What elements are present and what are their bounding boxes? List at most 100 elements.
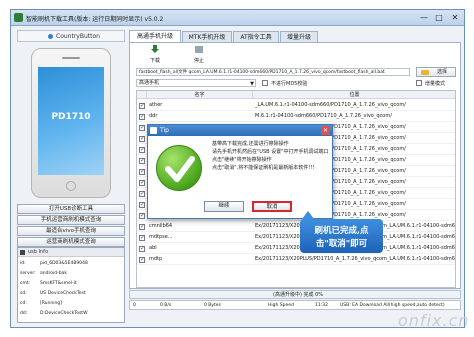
usb-info-panel: usb Info id: pid_6D03&5E4B9048 server: and… <box>17 247 125 323</box>
usb-info-row: id: pid_6D03&5E4B9048 <box>20 261 88 266</box>
row-checkbox[interactable] <box>139 223 145 230</box>
cancel-button[interactable]: 取消 <box>252 201 292 212</box>
usb-info-row: server: android-bak <box>20 271 67 276</box>
row-checkbox[interactable] <box>139 234 145 241</box>
carrier-flash-query-button[interactable]: 手机运营商刷机模式查询 <box>17 215 125 225</box>
row-checkbox[interactable] <box>139 168 145 175</box>
info-bar: 0 0 B/s 0 Bytes High Speed 11:32 USB: EA… <box>129 300 461 310</box>
dialog-message-line: 基带高下载完成,还需进行擦除操作 <box>212 141 289 147</box>
row-location: _LA.UM.6.1.r1-04100-sdm660/PD1710_A_1.7.… <box>255 102 406 108</box>
callout-pointer <box>302 211 314 219</box>
column-header-location[interactable]: 位置 <box>253 91 455 99</box>
success-check-icon <box>156 145 202 191</box>
row-checkbox[interactable] <box>139 212 145 219</box>
table-row[interactable]: cmnlib64Ex/20171123/X20PLUS/PD1710_A_1.7… <box>137 221 455 232</box>
row-location: Ex/20171123/X20PLUS/PD1710_A_1.7.26_vivo… <box>255 256 455 262</box>
table-row[interactable]: ablEx/20171123/X20PLUS/PD1710_A_1.7.26_v… <box>137 243 455 254</box>
row-checkbox[interactable] <box>139 201 145 208</box>
open-usb-diag-button[interactable]: 打开USB诊断工具 <box>17 204 125 214</box>
phone-screen: PD1710 <box>38 67 104 175</box>
stop-icon <box>195 46 203 53</box>
row-name: cmnlib64 <box>149 223 173 229</box>
mode-value: High Speed <box>268 303 294 308</box>
row-checkbox[interactable] <box>139 190 145 197</box>
close-button[interactable]: ✕ <box>448 12 462 23</box>
continue-button[interactable]: 继续 <box>204 201 244 212</box>
phone-speaker <box>62 57 80 59</box>
status-text: (高通升级中) 完成 0% <box>273 292 324 298</box>
table-row[interactable]: mdtpse...Ex/20171123/X20PLUS/PD1710_A_1.… <box>137 232 455 243</box>
table-row[interactable]: ddr M.6.1.r1-04100-sdm660/PD1710_A_1.7.26… <box>137 111 455 122</box>
carrier-mode-query-button[interactable]: 运营商刷机模式查询 <box>17 237 125 247</box>
row-name: abl <box>149 245 157 251</box>
row-checkbox[interactable] <box>139 102 145 109</box>
row-checkbox[interactable] <box>139 124 145 131</box>
row-checkbox[interactable] <box>139 135 145 142</box>
select-all-header[interactable] <box>137 91 147 99</box>
title-bar[interactable]: 智能刷机下载工具(版本: 运行日期同时显示) v5.0.2 — □ ✕ <box>11 10 464 26</box>
dialog-title: Tip <box>160 127 169 134</box>
row-checkbox[interactable] <box>139 256 145 263</box>
download-label: 下载 <box>149 58 160 64</box>
usb-mode-value: USB: EA Download All(high speed,auto det… <box>340 303 445 308</box>
platform-select[interactable]: 高通手机 ▼ <box>136 79 256 87</box>
maximize-button[interactable]: □ <box>432 12 446 23</box>
row-checkbox[interactable] <box>139 113 145 120</box>
country-button[interactable]: CountryButton <box>17 30 125 42</box>
row-checkbox[interactable] <box>139 157 145 164</box>
left-pane: CountryButton PD1710 打开USB诊断工具 手机运营商刷机模式… <box>17 30 125 323</box>
phone-model-label: PD1710 <box>51 112 91 122</box>
tip-dialog: Tip ✕ 基带高下载完成,还需进行擦除操作 请先手机开机然后在"USB 设置"… <box>147 124 333 219</box>
callout-line-1: 刷机已完成,点 <box>314 226 369 236</box>
status-bar: (高通升级中) 完成 0% <box>129 290 461 299</box>
row-checkbox[interactable] <box>139 146 145 153</box>
incremental-mode-checkbox[interactable] <box>416 80 422 86</box>
callout-line-2: 击"取消"即可 <box>315 239 368 249</box>
site-watermark: onfix.cn <box>398 311 470 330</box>
dialog-title-bar[interactable]: Tip ✕ <box>148 125 332 136</box>
column-header-name[interactable]: 名字 <box>147 91 253 99</box>
progress-value: 0 <box>133 303 136 308</box>
select-button-label: 选择 <box>436 69 447 75</box>
minimize-button[interactable]: — <box>417 12 431 23</box>
usb-info-header: usb Info <box>18 248 124 257</box>
row-location: M.6.1.r1-04100-sdm660/PD1710_A_1.7.26_vi… <box>255 113 392 119</box>
download-tool-button[interactable]: 下载 <box>146 45 164 64</box>
usb-info-row: cmt: SmsKFT&smel-it <box>20 281 77 286</box>
time-value: 11:32 <box>315 303 328 308</box>
stop-label: 停止 <box>193 58 204 64</box>
file-path-input[interactable]: fastboot_flash_all文件 qcom_LA.UM.6.1.r1-0… <box>136 68 410 76</box>
table-row[interactable]: ather _LA.UM.6.1.r1-04100-sdm660/PD1710_A… <box>137 100 455 111</box>
app-icon <box>14 13 23 22</box>
table-row[interactable]: mdtp Ex/20171123/X20PLUS/PD1710_A_1.7.26_… <box>137 254 455 265</box>
dialog-message-line: 请先手机开机然后在"USB 设置"中打开手机调试端口 <box>212 149 329 155</box>
bytes-value: 0 Bytes <box>204 303 221 308</box>
window-title: 智能刷机下载工具(版本: 运行日期同时显示) v5.0.2 <box>26 16 164 23</box>
phone-home-button <box>66 181 76 191</box>
row-name: mdtpse... <box>149 234 173 240</box>
chevron-down-icon: ▼ <box>250 81 254 87</box>
dialog-app-icon <box>150 127 157 134</box>
usb-info-row: cd: [Running] <box>20 301 62 306</box>
globe-icon <box>48 34 53 39</box>
usb-icon <box>20 250 25 255</box>
vivo-phone-query-button[interactable]: 最适合vivo手机查询 <box>17 226 125 236</box>
platform-select-value: 高通手机 <box>139 80 160 86</box>
usb-info-row: dd: D:DeviceCheckTestW <box>20 311 88 316</box>
dialog-message-line: 点击"继续"将开始擦除操作 <box>212 157 272 163</box>
folder-icon <box>421 70 429 75</box>
row-name: ddr <box>149 113 158 119</box>
row-checkbox[interactable] <box>139 245 145 252</box>
phone-image: PD1710 <box>31 48 111 198</box>
skip-md5-checkbox[interactable] <box>262 80 268 86</box>
instruction-callout: 刷机已完成,点 击"取消"即可 <box>300 211 383 253</box>
country-button-label: CountryButton <box>56 33 100 40</box>
select-file-button[interactable]: 选择 <box>416 67 456 77</box>
row-name: ather <box>149 102 163 108</box>
dialog-close-button[interactable]: ✕ <box>321 126 330 135</box>
speed-value: 0 B/s <box>160 303 172 308</box>
row-checkbox[interactable] <box>139 179 145 186</box>
dialog-message-line: 点击"取消",将不能保证刷机是最新版本软件!!! <box>212 165 315 171</box>
stop-tool-button[interactable]: 停止 <box>190 45 208 64</box>
incremental-mode-label: 增量模式 <box>425 81 446 87</box>
